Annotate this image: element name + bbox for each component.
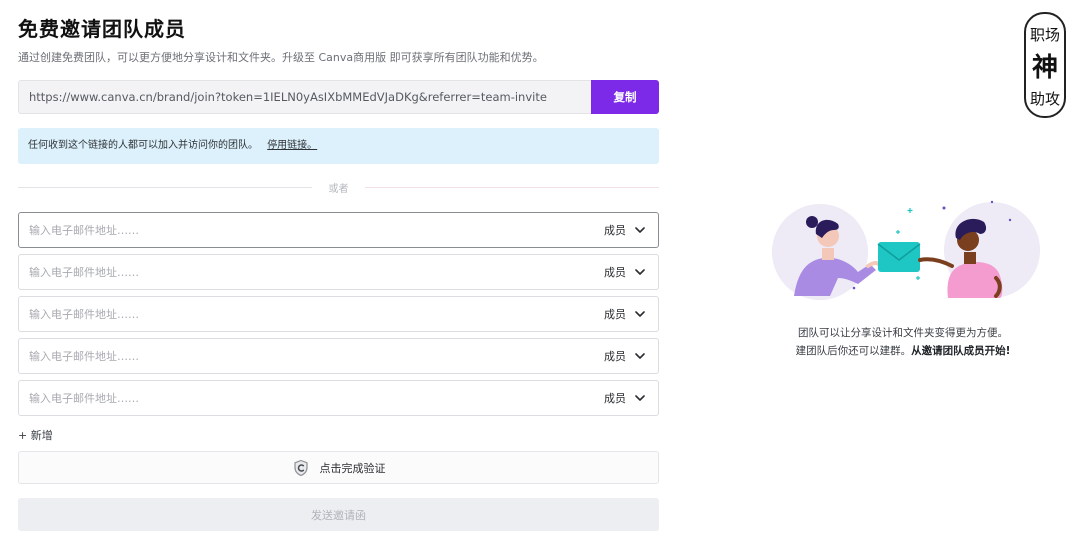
link-notice-text: 任何收到这个链接的人都可以加入并访问你的团队。 xyxy=(28,140,258,151)
caption-line-2-bold: 从邀请团队成员开始! xyxy=(911,345,1011,357)
divider-line-right xyxy=(365,187,659,188)
role-select[interactable]: 成员 xyxy=(604,264,646,280)
email-input[interactable] xyxy=(29,265,604,279)
role-label: 成员 xyxy=(604,266,626,279)
email-input[interactable] xyxy=(29,223,604,237)
svg-text:助攻: 助攻 xyxy=(1030,90,1060,108)
role-select[interactable]: 成员 xyxy=(604,306,646,322)
copy-link-button[interactable]: 复制 xyxy=(591,80,659,114)
email-input[interactable] xyxy=(29,349,604,363)
invite-panel: 免费邀请团队成员 通过创建免费团队，可以更方便地分享设计和文件夹。升级至 Can… xyxy=(18,14,659,531)
role-select[interactable]: 成员 xyxy=(604,348,646,364)
email-row: 成员 xyxy=(18,212,659,248)
page-title: 免费邀请团队成员 xyxy=(18,17,186,41)
chevron-down-icon xyxy=(635,353,645,359)
disable-link[interactable]: 停用链接。 xyxy=(267,140,317,151)
svg-text:神: 神 xyxy=(1032,53,1058,83)
caption-line-2-regular: 建团队后你还可以建群。 xyxy=(795,345,912,357)
email-row: 成员 xyxy=(18,254,659,290)
email-input[interactable] xyxy=(29,307,604,321)
add-new-button[interactable]: + 新增 xyxy=(18,427,53,443)
link-notice: 任何收到这个链接的人都可以加入并访问你的团队。 停用链接。 xyxy=(18,128,659,164)
shield-icon xyxy=(293,459,308,476)
or-divider: 或者 xyxy=(18,174,659,200)
verify-label: 点击完成验证 xyxy=(319,461,386,475)
role-label: 成员 xyxy=(604,350,626,363)
email-row: 成员 xyxy=(18,338,659,374)
watermark-stamp: 职场 神 助攻 xyxy=(1024,12,1066,118)
role-select[interactable]: 成员 xyxy=(604,222,646,238)
email-row: 成员 xyxy=(18,296,659,332)
captcha-verify-button[interactable]: 点击完成验证 xyxy=(18,451,659,484)
role-label: 成员 xyxy=(604,392,626,405)
caption-line-2: 建团队后你还可以建群。从邀请团队成员开始! xyxy=(740,342,1066,360)
send-invites-button[interactable]: 发送邀请函 xyxy=(18,498,659,531)
invite-link-row: https://www.canva.cn/brand/join?token=1I… xyxy=(18,80,659,114)
chevron-down-icon xyxy=(635,227,645,233)
invite-team-page: 免费邀请团队成员 通过创建免费团队，可以更方便地分享设计和文件夹。升级至 Can… xyxy=(0,0,1080,548)
team-caption: 团队可以让分享设计和文件夹变得更为方便。 建团队后你还可以建群。从邀请团队成员开… xyxy=(740,324,1066,360)
chevron-down-icon xyxy=(635,269,645,275)
email-list: 成员 成员 成员 成员 xyxy=(18,212,659,416)
page-subtitle: 通过创建免费团队，可以更方便地分享设计和文件夹。升级至 Canva商用版 即可获… xyxy=(18,51,544,64)
watermark-logo-icon: 职场 神 助攻 xyxy=(1030,26,1060,108)
role-label: 成员 xyxy=(604,224,626,237)
invite-link-field[interactable]: https://www.canva.cn/brand/join?token=1I… xyxy=(18,80,591,114)
chevron-down-icon xyxy=(635,395,645,401)
team-illustration xyxy=(772,200,1040,300)
role-label: 成员 xyxy=(604,308,626,321)
email-row: 成员 xyxy=(18,380,659,416)
role-select[interactable]: 成员 xyxy=(604,390,646,406)
chevron-down-icon xyxy=(635,311,645,317)
email-input[interactable] xyxy=(29,391,604,405)
caption-line-1: 团队可以让分享设计和文件夹变得更为方便。 xyxy=(798,327,1008,339)
svg-text:职场: 职场 xyxy=(1030,26,1060,44)
